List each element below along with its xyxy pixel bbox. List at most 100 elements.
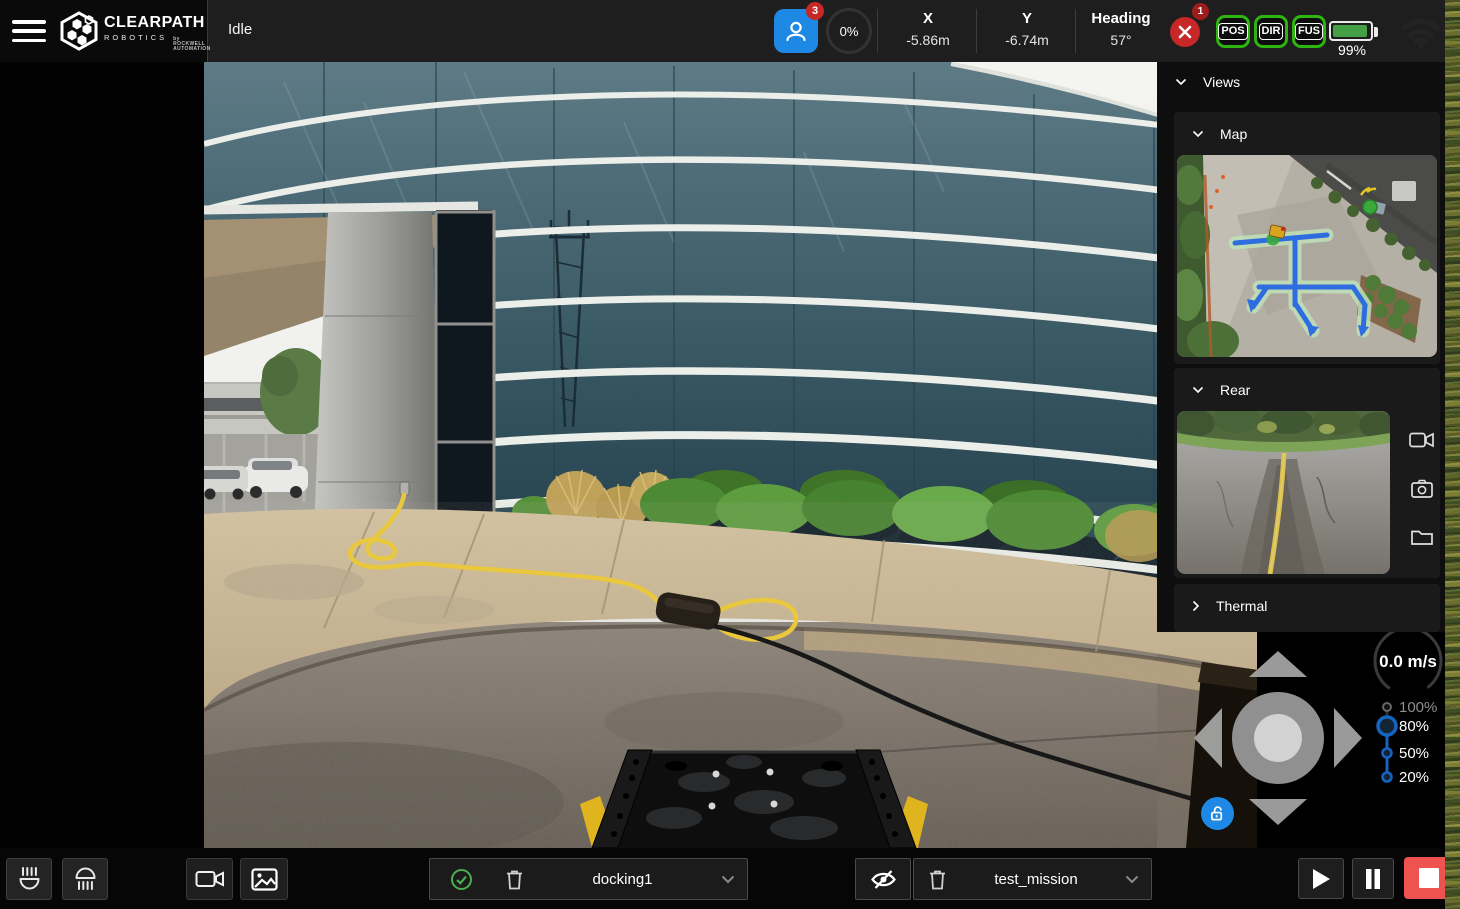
speed-value: 0.0 m/s xyxy=(1379,652,1437,671)
brand-byline: by ROCKWELL AUTOMATION xyxy=(173,37,210,52)
rear-camera-thumbnail[interactable] xyxy=(1177,411,1390,574)
mission-select[interactable]: test_mission xyxy=(913,858,1152,900)
joystick-left-arrow[interactable] xyxy=(1194,708,1222,768)
pause-icon xyxy=(1364,868,1382,890)
map-section-header[interactable]: Map xyxy=(1192,126,1247,142)
bottom-toolbar: docking1 test_mission xyxy=(0,848,1445,909)
divider xyxy=(877,9,878,53)
stat-heading-value: 57° xyxy=(1078,32,1164,48)
rear-camera-scene xyxy=(1177,411,1390,574)
thermal-title: Thermal xyxy=(1216,598,1267,614)
chevron-down-icon xyxy=(1125,875,1139,884)
entrance-column xyxy=(314,212,438,532)
brand-wordmark: CLEARPATH ROBOTICS by ROCKWELL AUTOMATIO… xyxy=(104,15,211,52)
play-icon xyxy=(1310,867,1332,891)
top-status-bar: CLEARPATH ROBOTICS by ROCKWELL AUTOMATIO… xyxy=(0,0,1445,62)
rear-record-video-button[interactable] xyxy=(1408,427,1436,453)
slider-label-50: 50% xyxy=(1399,745,1429,762)
chevron-down-icon xyxy=(721,875,735,884)
battery-icon xyxy=(1329,21,1373,41)
x-icon xyxy=(1178,25,1192,39)
stat-heading: Heading 57° xyxy=(1078,10,1164,48)
lights-lowered-button[interactable] xyxy=(62,858,108,900)
slider-label-100: 100% xyxy=(1399,699,1437,716)
localization-status-chips: POS DIR FUS xyxy=(1216,15,1326,48)
eye-slash-icon xyxy=(870,868,897,891)
lights-raised-button[interactable] xyxy=(6,858,52,900)
beacon-rays-up-icon xyxy=(14,865,45,893)
left-gutter xyxy=(0,62,204,848)
teleop-unlock-button[interactable] xyxy=(1201,797,1234,830)
open-padlock-icon xyxy=(1209,805,1226,822)
record-video-button[interactable] xyxy=(186,858,233,900)
pause-button[interactable] xyxy=(1352,858,1394,899)
play-button[interactable] xyxy=(1298,858,1344,899)
battery-percent: 99% xyxy=(1326,42,1378,58)
brand-name: CLEARPATH xyxy=(104,15,211,31)
thermal-section-header[interactable]: Thermal xyxy=(1192,598,1267,614)
wifi-icon xyxy=(1398,8,1444,52)
stat-heading-label: Heading xyxy=(1078,10,1164,27)
route-select[interactable]: docking1 xyxy=(429,858,748,900)
stat-y-label: Y xyxy=(980,10,1074,27)
rear-card: Rear xyxy=(1174,368,1440,578)
slider-label-80: 80% xyxy=(1399,718,1429,735)
map-aerial-scene xyxy=(1177,155,1437,357)
menu-button[interactable] xyxy=(12,20,46,42)
rear-section-header[interactable]: Rear xyxy=(1192,382,1250,398)
stat-x: X -5.86m xyxy=(881,10,975,48)
stop-icon xyxy=(1419,868,1439,888)
beacon-rays-down-icon xyxy=(70,865,101,893)
rear-snapshot-button[interactable] xyxy=(1408,475,1436,501)
stat-x-value: -5.86m xyxy=(881,32,975,48)
map-card: Map xyxy=(1174,112,1440,364)
dir-chip-label: DIR xyxy=(1259,23,1284,39)
joystick-knob[interactable] xyxy=(1254,714,1302,762)
chevron-down-icon xyxy=(1192,386,1204,394)
entrance-glazing xyxy=(436,210,494,530)
chevron-down-icon xyxy=(1175,78,1187,86)
error-notifications-button[interactable] xyxy=(1170,17,1200,47)
video-camera-icon xyxy=(195,869,225,889)
folder-icon xyxy=(1411,528,1433,545)
clearpath-logo-icon xyxy=(58,11,100,51)
brand-division: ROBOTICS xyxy=(104,34,167,42)
pos-chip-label: POS xyxy=(1218,23,1247,39)
slider-stop-50[interactable] xyxy=(1383,749,1392,758)
slider-stop-20[interactable] xyxy=(1383,773,1392,782)
route-name: docking1 xyxy=(524,871,721,888)
outdoornav-app: CLEARPATH ROBOTICS by ROCKWELL AUTOMATIO… xyxy=(0,0,1460,909)
stat-x-label: X xyxy=(881,10,975,27)
fus-status-chip: FUS xyxy=(1292,15,1326,48)
divider xyxy=(1075,9,1076,53)
stat-y-value: -6.74m xyxy=(980,32,1074,48)
check-circle-icon xyxy=(450,868,473,891)
snapshot-button[interactable] xyxy=(240,858,288,900)
map-thumbnail[interactable] xyxy=(1177,155,1437,357)
mission-visibility-button[interactable] xyxy=(855,858,911,900)
map-title: Map xyxy=(1220,126,1247,142)
image-icon xyxy=(251,868,278,891)
rear-media-folder-button[interactable] xyxy=(1408,523,1436,549)
trash-icon[interactable] xyxy=(505,869,524,890)
slider-label-20: 20% xyxy=(1399,769,1429,786)
stat-y: Y -6.74m xyxy=(980,10,1074,48)
views-section-header[interactable]: Views xyxy=(1175,74,1240,90)
slider-handle-80[interactable] xyxy=(1378,717,1396,735)
person-icon xyxy=(783,18,809,44)
error-count-badge: 1 xyxy=(1192,3,1209,20)
brand-block: CLEARPATH ROBOTICS by ROCKWELL AUTOMATIO… xyxy=(0,0,208,62)
rear-title: Rear xyxy=(1220,382,1250,398)
trash-icon[interactable] xyxy=(928,869,947,890)
battery-fill xyxy=(1333,25,1367,37)
operators-count-badge: 3 xyxy=(806,2,824,20)
dir-status-chip: DIR xyxy=(1254,15,1288,48)
thermal-card: Thermal xyxy=(1174,584,1440,632)
mission-progress-ring: 0% xyxy=(826,8,872,54)
slider-stop-100[interactable] xyxy=(1383,703,1391,711)
map-edge-strip xyxy=(1445,0,1460,909)
battery-nub xyxy=(1374,27,1378,37)
chevron-right-icon xyxy=(1192,600,1200,612)
views-title: Views xyxy=(1203,74,1240,90)
photo-camera-icon xyxy=(1411,479,1433,498)
